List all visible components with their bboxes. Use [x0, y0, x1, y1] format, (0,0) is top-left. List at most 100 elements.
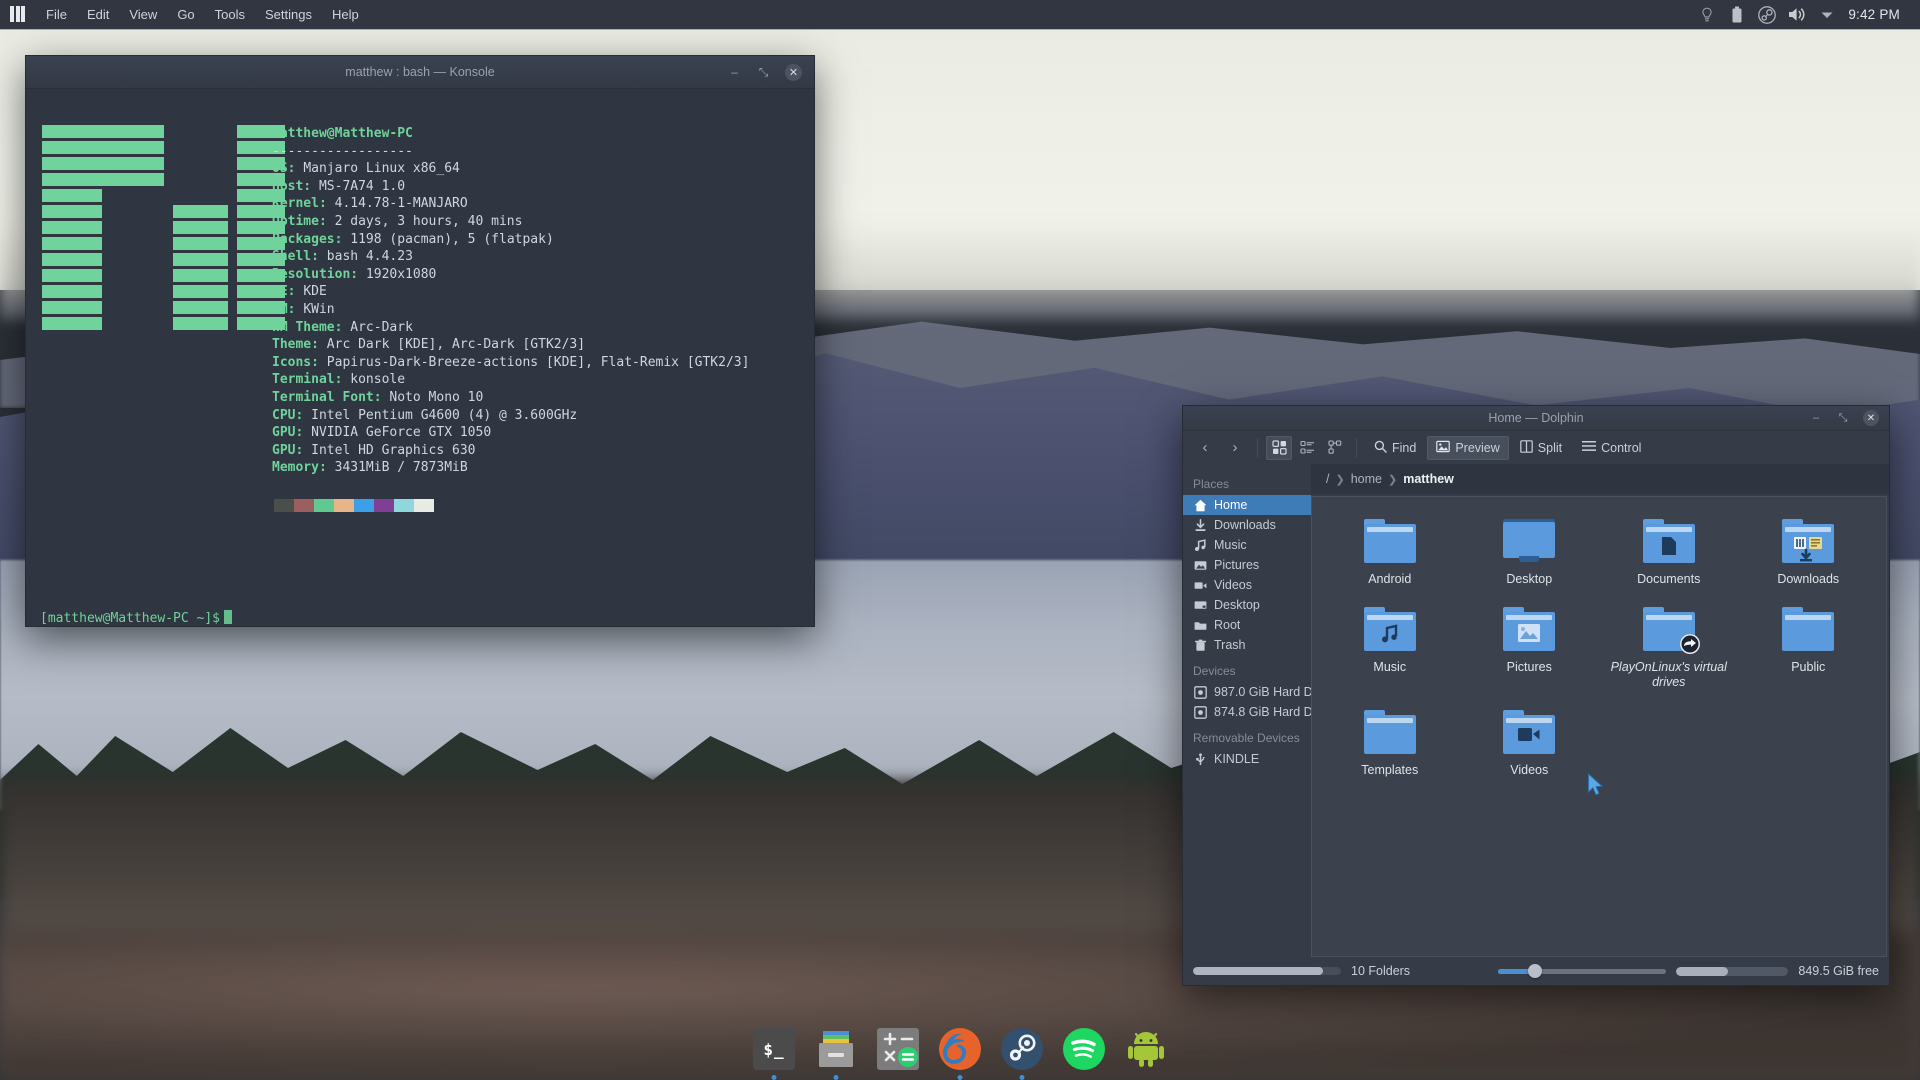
- konsole-maximize-button[interactable]: ⤡: [756, 65, 771, 80]
- preview-button[interactable]: Preview: [1427, 436, 1508, 460]
- file-item[interactable]: Templates: [1320, 702, 1460, 790]
- folder-icon: [1782, 519, 1834, 563]
- file-item-label: PlayOnLinux's virtual drives: [1610, 660, 1728, 690]
- removable-kindle[interactable]: KINDLE: [1183, 749, 1311, 769]
- find-button[interactable]: Find: [1365, 436, 1425, 460]
- konsole-window[interactable]: matthew : bash — Konsole – ⤡ ✕: [25, 55, 815, 627]
- dolphin-maximize-button[interactable]: ⤡: [1836, 412, 1850, 425]
- menu-edit[interactable]: Edit: [77, 0, 119, 29]
- dock-item-android-tool[interactable]: [1123, 1026, 1169, 1072]
- manjaro-logo-icon[interactable]: [10, 6, 27, 23]
- neofetch-row: Terminal: konsole: [272, 371, 798, 389]
- device-874-8-gib-hard-drive[interactable]: 874.8 GiB Hard Drive: [1183, 702, 1311, 722]
- file-item[interactable]: Desktop: [1460, 511, 1600, 599]
- dock-item-terminal[interactable]: $_: [751, 1026, 797, 1072]
- neofetch-label: Resolution:: [272, 267, 366, 282]
- dock-item-file-manager[interactable]: [813, 1026, 859, 1072]
- file-item-label: Videos: [1510, 763, 1548, 778]
- folder-icon: [1364, 519, 1416, 563]
- file-item[interactable]: PlayOnLinux's virtual drives: [1599, 599, 1739, 702]
- breadcrumb-home[interactable]: home: [1346, 472, 1387, 486]
- dock-item-spotify[interactable]: [1061, 1026, 1107, 1072]
- clock[interactable]: 9:42 PM: [1842, 7, 1908, 22]
- neofetch-row: OS: Manjaro Linux x86_64: [272, 160, 798, 178]
- dolphin-close-button[interactable]: ✕: [1863, 410, 1879, 426]
- folder-icon: [1364, 607, 1416, 651]
- place-desktop[interactable]: Desktop: [1183, 595, 1311, 615]
- details-view-icon[interactable]: [1294, 436, 1320, 460]
- neofetch-value: 4.14.78-1-MANJARO: [335, 196, 468, 211]
- zoom-slider-handle[interactable]: [1528, 964, 1542, 978]
- konsole-title: matthew : bash — Konsole: [26, 65, 814, 79]
- neofetch-value: Intel Pentium G4600 (4) @ 3.600GHz: [311, 408, 577, 423]
- place-downloads[interactable]: Downloads: [1183, 515, 1311, 535]
- dolphin-titlebar[interactable]: Home — Dolphin – ⤡ ✕: [1183, 406, 1889, 431]
- place-root[interactable]: Root: [1183, 615, 1311, 635]
- dock-item-steam[interactable]: [999, 1026, 1045, 1072]
- battery-icon[interactable]: [1722, 0, 1752, 29]
- file-item[interactable]: Pictures: [1460, 599, 1600, 702]
- dolphin-minimize-button[interactable]: –: [1809, 412, 1823, 424]
- control-button[interactable]: Control: [1573, 436, 1650, 460]
- menu-help[interactable]: Help: [322, 0, 369, 29]
- columns-view-icon[interactable]: [1322, 436, 1348, 460]
- file-item-label: Templates: [1361, 763, 1418, 778]
- split-button[interactable]: Split: [1511, 436, 1571, 460]
- menu-settings[interactable]: Settings: [255, 0, 322, 29]
- chevron-down-icon[interactable]: [1812, 0, 1842, 29]
- file-item[interactable]: Downloads: [1739, 511, 1879, 599]
- neofetch-value: Noto Mono 10: [389, 390, 483, 405]
- dock-item-firefox[interactable]: [937, 1026, 983, 1072]
- dolphin-window[interactable]: Home — Dolphin – ⤡ ✕ ‹ › Find: [1182, 405, 1890, 986]
- mouse-cursor-icon: [1587, 773, 1604, 802]
- forward-button[interactable]: ›: [1221, 435, 1249, 461]
- neofetch-rows: OS: Manjaro Linux x86_64Host: MS-7A74 1.…: [272, 160, 798, 477]
- menu-file[interactable]: File: [36, 0, 77, 29]
- place-trash[interactable]: Trash: [1183, 635, 1311, 655]
- terminal-prompt-line[interactable]: [matthew@Matthew-PC ~]$: [26, 610, 814, 626]
- neofetch-value: 1920x1080: [366, 267, 436, 282]
- back-button[interactable]: ‹: [1191, 435, 1219, 461]
- terminal-prompt: [matthew@Matthew-PC ~]$: [40, 611, 220, 626]
- icons-view-icon[interactable]: [1266, 436, 1292, 460]
- konsole-terminal-body[interactable]: matthew@Matthew-PC ------------------ OS…: [26, 89, 814, 610]
- place-label: 874.8 GiB Hard Drive: [1214, 705, 1311, 719]
- device-987-0-gib-hard-drive[interactable]: 987.0 GiB Hard Drive: [1183, 682, 1311, 702]
- menu-go[interactable]: Go: [167, 0, 204, 29]
- breadcrumb[interactable]: / ❯ home ❯ matthew: [1311, 464, 1889, 494]
- control-label: Control: [1601, 441, 1641, 455]
- menu-tools[interactable]: Tools: [205, 0, 255, 29]
- place-pictures[interactable]: Pictures: [1183, 555, 1311, 575]
- horizontal-scrollbar[interactable]: [1193, 967, 1341, 975]
- place-home[interactable]: Home: [1183, 495, 1311, 515]
- brightness-icon[interactable]: [1692, 0, 1722, 29]
- place-music[interactable]: Music: [1183, 535, 1311, 555]
- file-item[interactable]: Public: [1739, 599, 1879, 702]
- folder-icon: [1364, 710, 1416, 754]
- place-label: Downloads: [1214, 518, 1276, 532]
- file-item-label: Pictures: [1507, 660, 1552, 675]
- place-videos[interactable]: Videos: [1183, 575, 1311, 595]
- steam-tray-icon[interactable]: [1752, 0, 1782, 29]
- neofetch-row: Icons: Papirus-Dark-Breeze-actions [KDE]…: [272, 354, 798, 372]
- volume-icon[interactable]: [1782, 0, 1812, 29]
- file-item[interactable]: Android: [1320, 511, 1460, 599]
- neofetch-row: GPU: NVIDIA GeForce GTX 1050: [272, 424, 798, 442]
- logo-col-left: [42, 125, 164, 330]
- removable-header: Removable Devices: [1183, 722, 1311, 749]
- breadcrumb-current[interactable]: matthew: [1398, 472, 1459, 486]
- free-space-bar: [1676, 967, 1788, 976]
- neofetch-label: DE:: [272, 284, 303, 299]
- file-view[interactable]: AndroidDesktopDocumentsDownloads Music Pic…: [1311, 496, 1887, 957]
- dock-item-calculator[interactable]: [875, 1026, 921, 1072]
- removable-list: KINDLE: [1183, 749, 1311, 769]
- konsole-close-button[interactable]: ✕: [785, 64, 802, 81]
- menu-view[interactable]: View: [119, 0, 167, 29]
- file-item[interactable]: Music: [1320, 599, 1460, 702]
- konsole-titlebar[interactable]: matthew : bash — Konsole – ⤡ ✕: [26, 56, 814, 89]
- file-item[interactable]: Documents: [1599, 511, 1739, 599]
- konsole-minimize-button[interactable]: –: [727, 65, 742, 80]
- file-item[interactable]: Videos: [1460, 702, 1600, 790]
- breadcrumb-root[interactable]: /: [1321, 472, 1334, 486]
- zoom-slider[interactable]: [1498, 969, 1666, 974]
